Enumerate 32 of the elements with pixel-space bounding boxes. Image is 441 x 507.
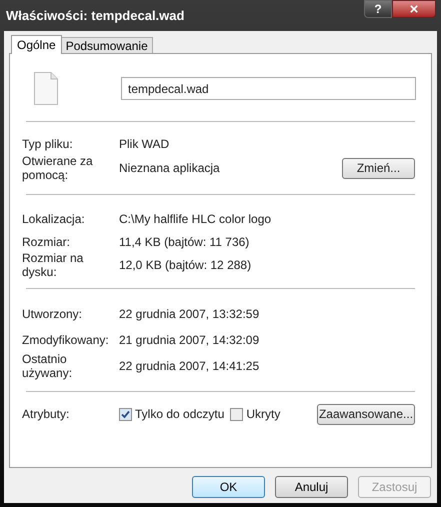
field-value: 22 grudnia 2007, 13:32:59	[119, 306, 260, 323]
field-label: Typ pliku:	[22, 137, 74, 151]
document-icon	[34, 72, 58, 105]
field-label: Rozmiar:	[22, 234, 72, 248]
field-value: 12,0 KB (bajtów: 12 288)	[119, 256, 252, 274]
field-label: Otwierane za pomocą:	[22, 154, 94, 182]
tab[interactable]: Podsumowanie	[62, 37, 153, 53]
close-button[interactable]: ×	[392, 0, 436, 18]
dialog-button[interactable]: Anuluj	[275, 476, 348, 498]
checkbox-label: Tylko do odczytu	[135, 406, 224, 423]
checkbox[interactable]	[119, 408, 132, 420]
field-value: 22 grudnia 2007, 14:41:25	[119, 358, 260, 375]
field-value: Plik WAD	[119, 136, 170, 153]
field-value: 11,4 KB (bajtów: 11 736)	[119, 234, 250, 250]
field-label: Rozmiar na dysku:	[22, 250, 84, 278]
tab[interactable]: Ogólne	[11, 35, 62, 54]
field-label: Zmodyfikowany:	[22, 333, 107, 347]
help-button[interactable]: ?	[364, 0, 392, 18]
checkbox[interactable]	[230, 408, 244, 420]
field-label: Lokalizacja:	[22, 212, 86, 226]
field-label: Ostatnio używany:	[22, 352, 74, 380]
window-title: Właściwości: tempdecal.wad	[6, 6, 184, 25]
field-label: Atrybuty:	[22, 406, 70, 423]
field-label: Utworzony:	[22, 307, 84, 321]
file-name-field[interactable]: tempdecal.wad	[121, 77, 416, 100]
advanced-button[interactable]: Zaawansowane...	[317, 404, 415, 424]
dialog-button[interactable]: OK	[192, 476, 265, 498]
field-value: C:\My halflife HLC color logo	[119, 210, 272, 228]
checkbox-label: Ukryty	[246, 406, 280, 423]
field-value: Nieznana aplikacja	[119, 160, 221, 177]
field-value: 21 grudnia 2007, 14:32:09	[119, 332, 260, 349]
change-button[interactable]: Zmień...	[342, 158, 415, 178]
